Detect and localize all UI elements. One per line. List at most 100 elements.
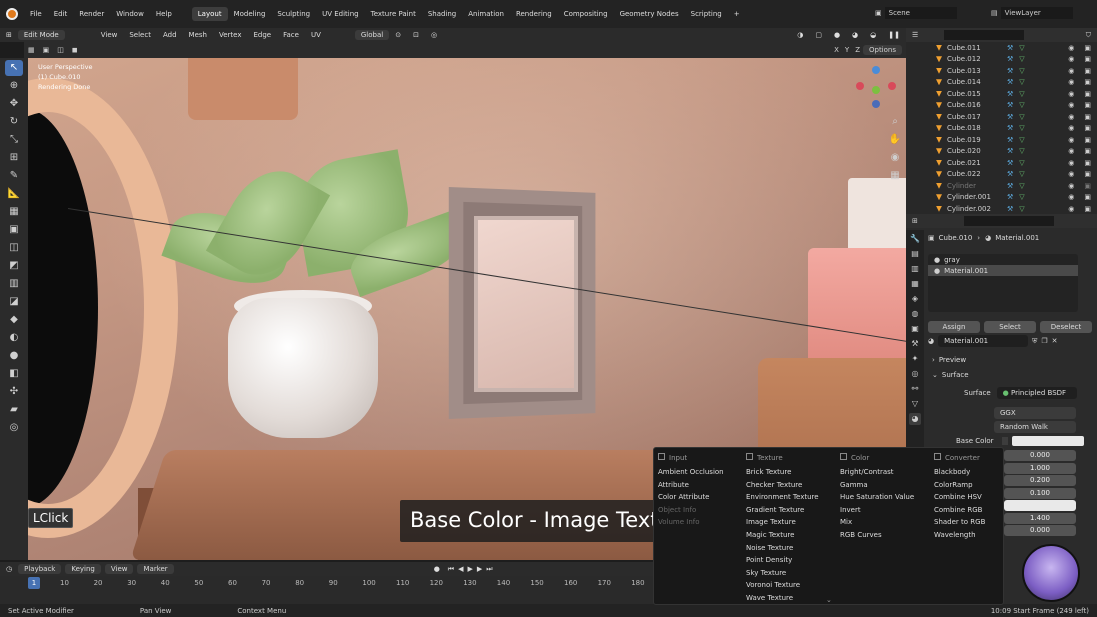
world-tab-icon[interactable]: ◍ [909, 308, 921, 320]
shrink-tool-icon[interactable]: ✣ [5, 384, 23, 400]
property-value-field[interactable] [1004, 500, 1076, 511]
particles-tab-icon[interactable]: ✦ [909, 353, 921, 365]
visibility-eye-icon[interactable]: ◉ [1068, 78, 1074, 86]
popup-menu-item[interactable]: Gamma [840, 479, 914, 492]
duplicate-icon[interactable]: ❐ [1041, 337, 1047, 345]
vertex-select-icon[interactable]: ▣ [39, 46, 54, 54]
edge-slide-tool-icon[interactable]: ◧ [5, 366, 23, 382]
data-tab-icon[interactable]: ▽ [909, 398, 921, 410]
outliner-row[interactable]: Cylinder.002 ⚒ ▽ ◉ ▣ [906, 203, 1097, 215]
popup-menu-item[interactable]: Hue Saturation Value [840, 491, 914, 504]
property-value-field[interactable]: 1.000 [1004, 462, 1076, 474]
popup-menu-item[interactable]: Volume Info [658, 516, 724, 529]
popup-menu-item[interactable]: Object Info [658, 504, 724, 517]
scroll-down-icon[interactable]: ⌄ [826, 596, 832, 604]
popup-menu-item[interactable]: Ambient Occlusion [658, 466, 724, 479]
viewport-menu-select[interactable]: Select [123, 31, 157, 39]
snap-icon[interactable]: ⊡ [407, 31, 425, 39]
shading-render-icon[interactable]: ◒ [864, 31, 882, 39]
tab-sculpting[interactable]: Sculpting [271, 10, 316, 18]
menu-help[interactable]: Help [150, 10, 178, 18]
axis-y-toggle[interactable]: Y [842, 46, 852, 54]
view-layer-tab-icon[interactable]: ▦ [909, 278, 921, 290]
viewport-menu-view[interactable]: View [95, 31, 124, 39]
outliner-editor-icon[interactable]: ☰ [906, 31, 924, 39]
visibility-eye-icon[interactable]: ◉ [1068, 113, 1074, 121]
render-camera-icon[interactable]: ▣ [1084, 113, 1091, 121]
base-color-socket-icon[interactable] [1001, 437, 1008, 445]
subsurface-method-dropdown[interactable]: Random Walk [994, 421, 1076, 433]
outliner-row[interactable]: Cube.012 ⚒ ▽ ◉ ▣ [906, 54, 1097, 66]
surface-shader-field[interactable]: ● Principled BSDF [996, 387, 1077, 399]
render-camera-icon[interactable]: ▣ [1084, 182, 1091, 190]
transform-orientation[interactable]: Global [354, 30, 390, 40]
axis-z-toggle[interactable]: Z [852, 46, 863, 54]
property-value-field[interactable]: 0.000 [1004, 450, 1076, 461]
popup-menu-item[interactable]: Shader to RGB [934, 516, 985, 529]
popup-menu-item[interactable]: Image Texture [746, 516, 819, 529]
timeline-editor-icon[interactable]: ◷ [0, 565, 18, 573]
move-tool-icon[interactable]: ✥ [5, 96, 23, 112]
shading-material-icon[interactable]: ◕ [846, 31, 864, 39]
tab-rendering[interactable]: Rendering [510, 10, 558, 18]
viewport-menu-uv[interactable]: UV [305, 31, 327, 39]
blender-logo-icon[interactable] [6, 8, 18, 20]
timeline-menu-marker[interactable]: Marker [137, 564, 174, 574]
timeline-menu-view[interactable]: View [104, 564, 134, 574]
viewport-menu-face[interactable]: Face [277, 31, 305, 39]
popup-menu-item[interactable]: ColorRamp [934, 479, 985, 492]
preview-section[interactable]: › Preview [932, 356, 966, 364]
popup-menu-item[interactable]: Mix [840, 516, 914, 529]
tool-tab-icon[interactable]: 🔧 [909, 233, 921, 245]
tab-geometry-nodes[interactable]: Geometry Nodes [614, 10, 685, 18]
gizmo-x-icon[interactable] [856, 82, 864, 90]
edge-select-icon[interactable]: ◫ [53, 46, 68, 54]
prev-key-icon[interactable]: ◀ [456, 565, 465, 573]
camera-icon[interactable]: ◉ [886, 150, 904, 166]
visibility-eye-icon[interactable]: ◉ [1068, 170, 1074, 178]
visibility-eye-icon[interactable]: ◉ [1068, 90, 1074, 98]
viewport-menu-edge[interactable]: Edge [247, 31, 277, 39]
visibility-eye-icon[interactable]: ◉ [1068, 101, 1074, 109]
property-value-field[interactable]: 0.200 [1004, 475, 1076, 486]
outliner-row[interactable]: Cube.019 ⚒ ▽ ◉ ▣ [906, 134, 1097, 146]
outliner-row[interactable]: Cylinder ⚒ ▽ ◉ ▣ [906, 180, 1097, 192]
shading-solid-icon[interactable]: ● [828, 31, 846, 39]
jump-end-icon[interactable]: ⏭ [484, 565, 494, 574]
render-camera-icon[interactable]: ▣ [1084, 124, 1091, 132]
popup-menu-item[interactable]: Noise Texture [746, 542, 819, 555]
scene-selector[interactable]: ▣ Scene [872, 7, 957, 19]
popup-menu-item[interactable]: Combine RGB [934, 504, 985, 517]
menu-render[interactable]: Render [73, 10, 110, 18]
popup-menu-item[interactable]: Brick Texture [746, 466, 819, 479]
popup-menu-item[interactable]: Blackbody [934, 466, 985, 479]
material-name-field[interactable]: Material.001 [938, 335, 1029, 347]
outliner-search-field[interactable] [944, 30, 1025, 40]
tab-scripting[interactable]: Scripting [685, 10, 728, 18]
render-camera-icon[interactable]: ▣ [1084, 101, 1091, 109]
xray-icon[interactable]: ▢ [809, 31, 828, 39]
outliner-row[interactable]: Cube.013 ⚒ ▽ ◉ ▣ [906, 65, 1097, 77]
surface-section[interactable]: ⌄ Surface [932, 371, 969, 379]
popup-menu-item[interactable]: RGB Curves [840, 529, 914, 542]
mode-selector[interactable]: Edit Mode [17, 30, 65, 40]
popup-menu-item[interactable]: Attribute [658, 479, 724, 492]
rotate-tool-icon[interactable]: ↻ [5, 114, 23, 130]
viewport-menu-vertex[interactable]: Vertex [213, 31, 248, 39]
tab-layout[interactable]: Layout [191, 7, 228, 21]
outliner-row[interactable]: Cube.015 ⚒ ▽ ◉ ▣ [906, 88, 1097, 100]
next-key-icon[interactable]: ▶ [475, 565, 484, 573]
render-camera-icon[interactable]: ▣ [1084, 205, 1091, 213]
jump-start-icon[interactable]: ⏮ [446, 565, 456, 574]
modifier-tab-icon[interactable]: ⚒ [909, 338, 921, 350]
constraints-tab-icon[interactable]: ⚯ [909, 383, 921, 395]
object-tab-icon[interactable]: ▣ [909, 323, 921, 335]
loop-cut-tool-icon[interactable]: ▥ [5, 276, 23, 292]
timeline-menu-playback[interactable]: Playback [18, 564, 62, 574]
outliner-row[interactable]: Cube.018 ⚒ ▽ ◉ ▣ [906, 123, 1097, 135]
property-value-field[interactable]: 1.400 [1004, 512, 1076, 524]
render-camera-icon[interactable]: ▣ [1084, 159, 1091, 167]
pause-icon[interactable]: ❚❚ [882, 31, 906, 39]
unlink-icon[interactable]: ✕ [1052, 337, 1058, 345]
popup-menu-item[interactable]: Bright/Contrast [840, 466, 914, 479]
